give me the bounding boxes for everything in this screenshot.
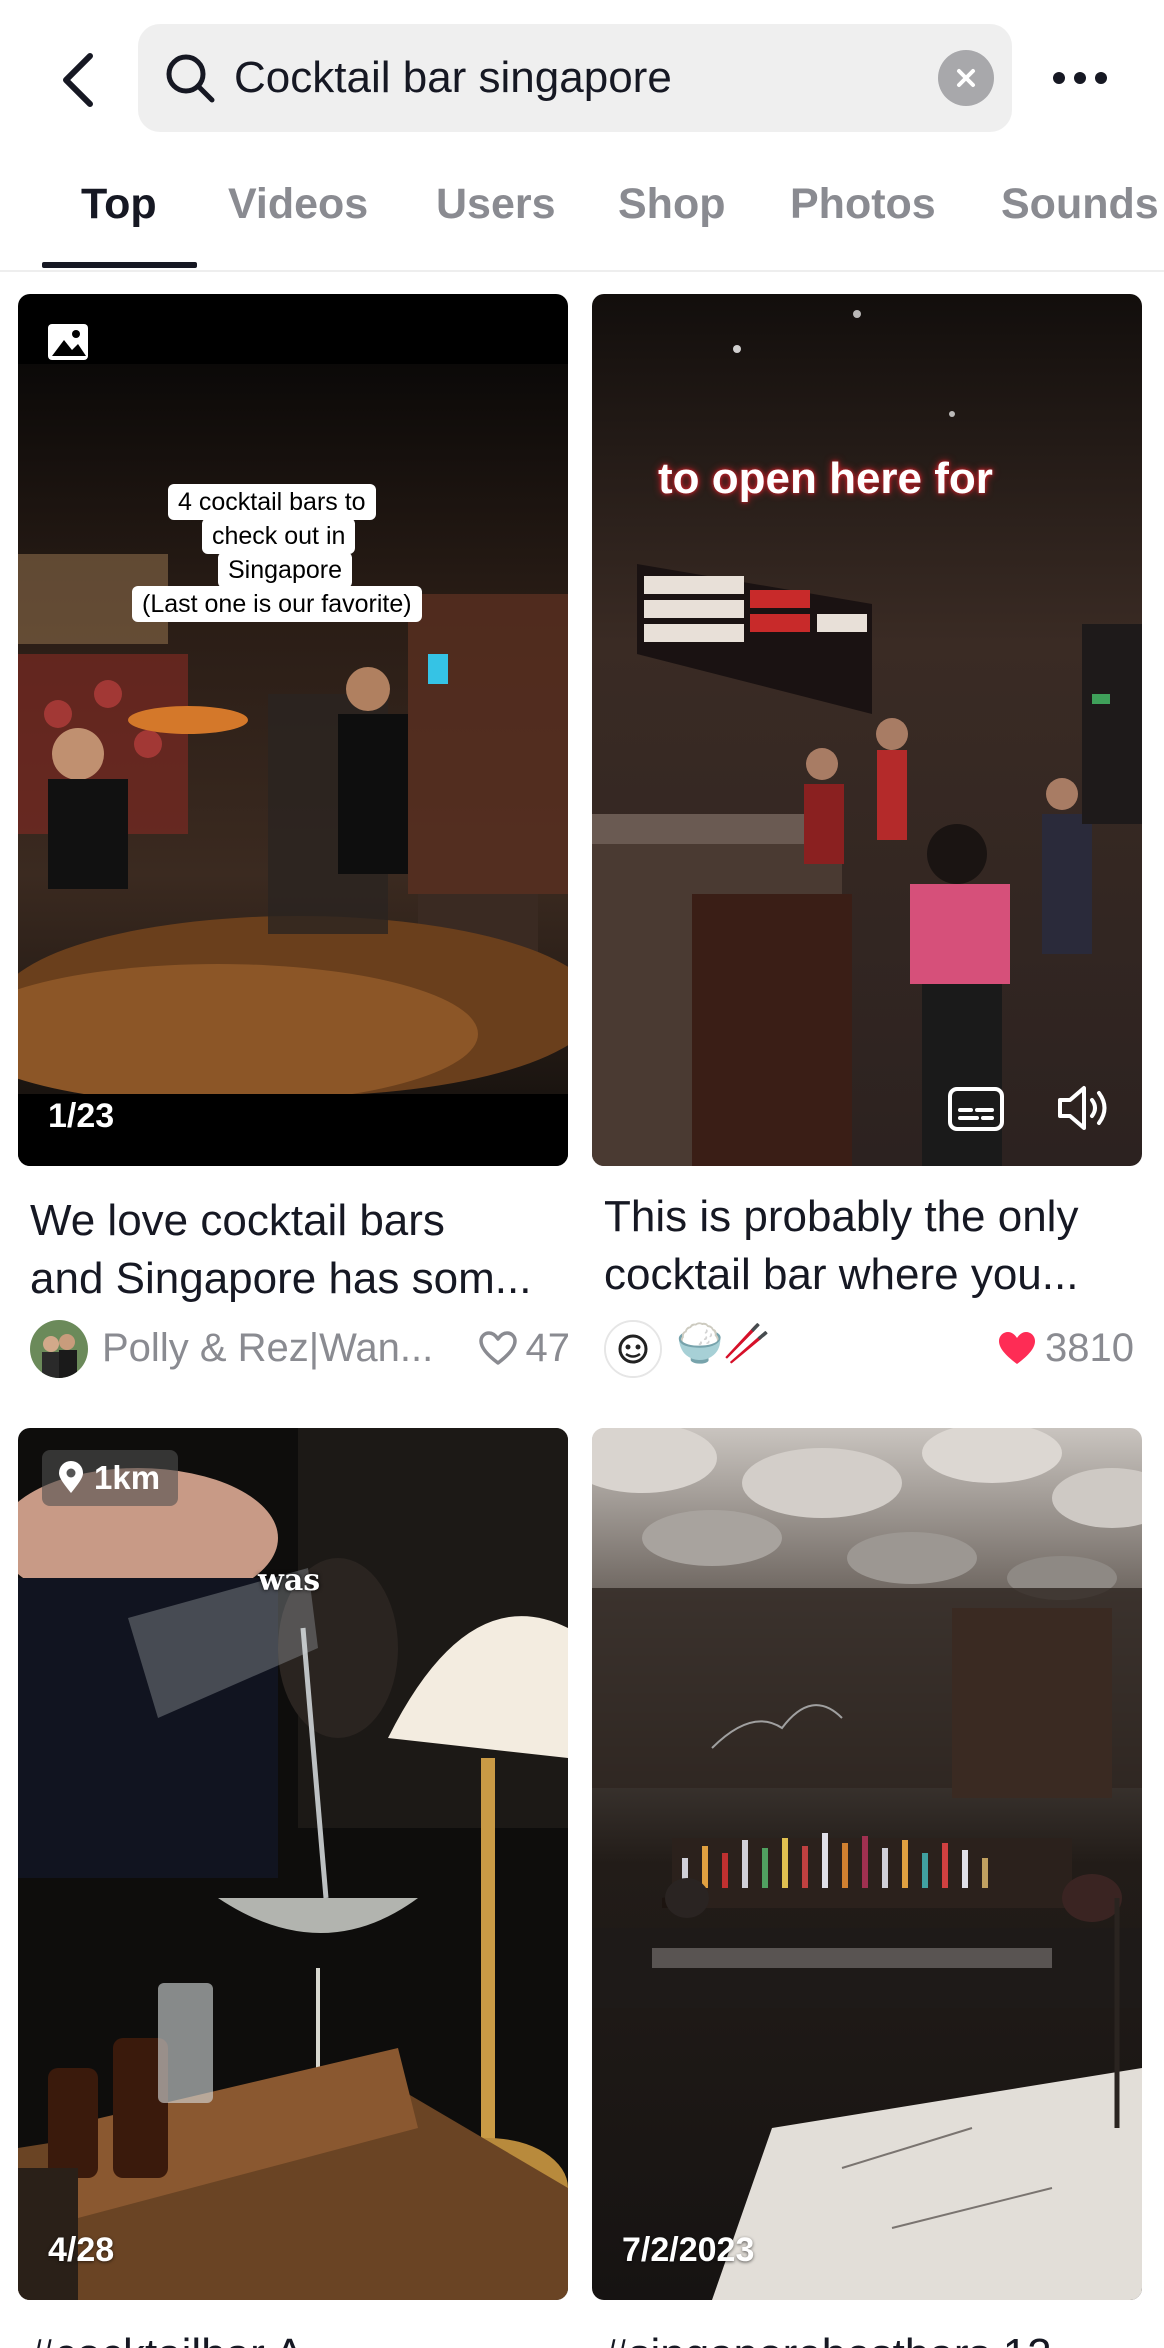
avatar-image [606, 1322, 660, 1376]
search-input[interactable]: Cocktail bar singapore [138, 24, 1012, 132]
image-count-badge: 1/23 [48, 1097, 115, 1135]
search-query-text: Cocktail bar singapore [234, 53, 672, 102]
tab-sounds[interactable]: Sounds [1001, 180, 1159, 229]
thumbnail-image [592, 1428, 1142, 2300]
avatar[interactable] [604, 1320, 662, 1378]
author-emojis[interactable]: 🍚🥢 [676, 1322, 771, 1366]
card-title[interactable]: We love cocktail bars and Singapore has … [30, 1192, 570, 1308]
like-count-text: 3810 [1045, 1326, 1134, 1370]
photo-carousel-icon [48, 324, 88, 360]
overlay-text: was [258, 1563, 321, 1598]
thumbnail-image [18, 294, 568, 1166]
author-name[interactable]: Polly & Rez|Wan... [102, 1326, 433, 1371]
heart-filled-icon [999, 1331, 1036, 1364]
tab-videos[interactable]: Videos [228, 180, 368, 229]
heart-outline-icon [478, 1330, 517, 1365]
overlay-text: to open here for [658, 454, 993, 503]
avatar-image [30, 1320, 88, 1378]
tab-shop[interactable]: Shop [618, 180, 725, 229]
like-count[interactable]: 47 [478, 1326, 571, 1371]
close-icon [957, 69, 975, 87]
tab-users[interactable]: Users [436, 180, 556, 229]
card-thumbnail[interactable]: to open here for [592, 294, 1142, 1166]
back-button[interactable] [48, 40, 108, 120]
tab-photos[interactable]: Photos [790, 180, 936, 229]
chevron-left-icon [63, 53, 93, 107]
date-badge: 7/2/2023 [622, 2231, 755, 2269]
overlay-caption-line: check out in [202, 518, 356, 554]
avatar[interactable] [30, 1320, 88, 1378]
tab-top[interactable]: Top [81, 180, 157, 229]
more-dot-icon [1053, 72, 1065, 84]
card-title[interactable]: #singaporebestbars 12... [604, 2326, 1144, 2348]
image-count-badge: 4/28 [48, 2231, 115, 2269]
thumbnail-image [592, 294, 1142, 1166]
card-title-line: and Singapore has som... [30, 1254, 532, 1303]
closed-captions-icon[interactable] [947, 1084, 1005, 1134]
search-result-tabs: Top Videos Users Shop Photos Sounds [0, 150, 1164, 272]
card-title-line: #singaporebestbars 12... [604, 2326, 1144, 2348]
like-count-text: 47 [525, 1326, 571, 1370]
card-title-line: #cocktailbar A... [30, 2326, 570, 2348]
card-title-line: We love cocktail bars [30, 1196, 445, 1245]
card-title-line: This is probably the only [604, 1192, 1079, 1241]
active-tab-indicator [42, 262, 197, 268]
like-count[interactable]: 3810 [997, 1326, 1134, 1371]
overlay-caption-line: Singapore [218, 552, 352, 588]
clear-search-button[interactable] [938, 50, 994, 106]
search-icon [166, 54, 215, 103]
location-distance: 1km [94, 1459, 161, 1496]
card-title-line: cocktail bar where you... [604, 1250, 1079, 1299]
card-meta: 🍚🥢 3810 [604, 1312, 1144, 1382]
card-thumbnail[interactable]: 7/2/2023 [592, 1428, 1142, 2300]
thumbnail-image [18, 1428, 568, 2300]
more-dot-icon [1095, 72, 1107, 84]
more-options-button[interactable] [1044, 46, 1116, 110]
sound-on-icon[interactable] [1054, 1080, 1114, 1136]
search-header: Cocktail bar singapore [0, 0, 1164, 150]
more-dot-icon [1074, 72, 1086, 84]
overlay-caption-line: (Last one is our favorite) [132, 586, 422, 622]
card-title[interactable]: This is probably the only cocktail bar w… [604, 1188, 1144, 1304]
location-pin-icon [59, 1461, 83, 1493]
location-badge: 1km [42, 1450, 179, 1506]
card-thumbnail[interactable]: 1km was 4/28 [18, 1428, 568, 2300]
card-thumbnail[interactable]: 4 cocktail bars to check out in Singapor… [18, 294, 568, 1166]
card-meta: Polly & Rez|Wan... 47 [30, 1312, 570, 1382]
overlay-caption-line: 4 cocktail bars to [168, 484, 376, 520]
card-title[interactable]: #cocktailbar A... [30, 2326, 570, 2348]
